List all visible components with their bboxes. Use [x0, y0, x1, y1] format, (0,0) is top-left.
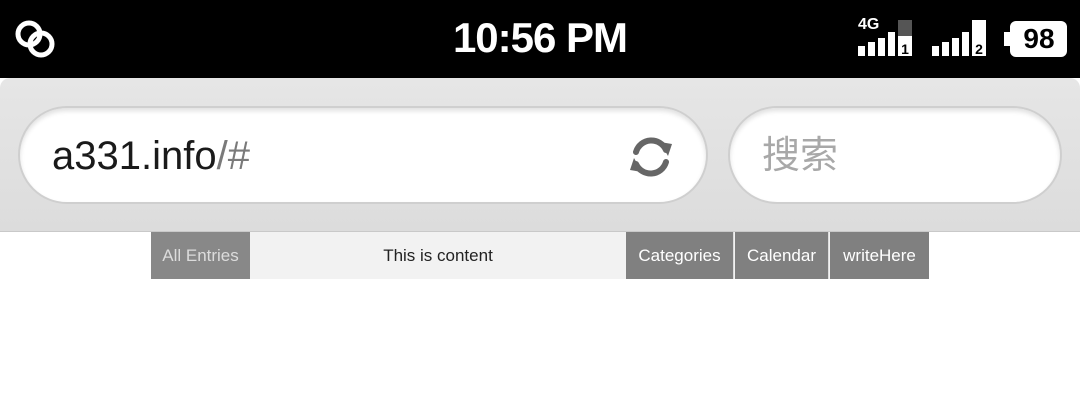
nav-categories[interactable]: Categories — [626, 232, 734, 279]
search-box[interactable] — [728, 106, 1062, 204]
sim1-label: 1 — [901, 41, 909, 57]
address-bar[interactable]: a331.info/# — [18, 106, 708, 204]
search-input[interactable] — [762, 132, 1032, 178]
sim2-label: 2 — [975, 41, 983, 57]
url-text: a331.info/# — [52, 134, 250, 179]
signal-icon: 1 — [858, 20, 912, 57]
battery-level: 98 — [1023, 23, 1055, 54]
reload-icon[interactable] — [624, 130, 678, 184]
nav-write-here[interactable]: writeHere — [830, 232, 929, 279]
browser-toolbar: a331.info/# — [0, 78, 1080, 232]
signal-icon: 2 — [932, 20, 986, 57]
nav-content-text: This is content — [250, 232, 626, 279]
page-nav: All Entries This is content Categories C… — [151, 232, 929, 279]
status-bar: 10:56 PM 4G 1 2 98 — [0, 0, 1080, 78]
url-domain: a331.info — [52, 134, 217, 178]
nav-calendar[interactable]: Calendar — [735, 232, 829, 279]
nav-all-entries[interactable]: All Entries — [151, 232, 250, 279]
clock: 10:56 PM — [452, 14, 628, 61]
url-path: /# — [216, 134, 250, 178]
